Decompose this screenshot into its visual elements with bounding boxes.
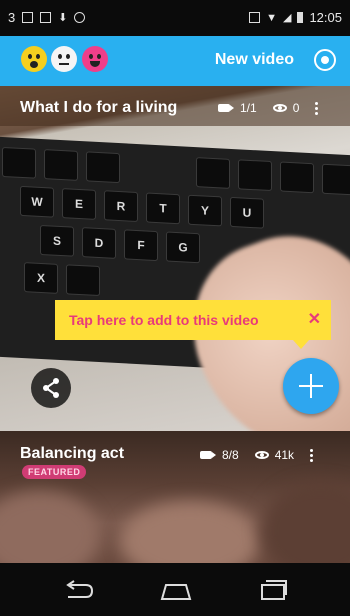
video-card[interactable]: Balancing act FEATURED 8/8 41k bbox=[0, 431, 350, 563]
tooltip-text: Tap here to add to this video bbox=[69, 312, 259, 328]
vibrate-icon bbox=[249, 12, 261, 23]
add-to-video-tooltip[interactable]: Tap here to add to this video ✕ bbox=[55, 300, 331, 349]
eye-icon bbox=[254, 451, 269, 459]
home-icon[interactable] bbox=[158, 577, 194, 603]
status-bar: 3 ⬇ ▼ ◢ 12:05 bbox=[0, 0, 350, 36]
notification-icon bbox=[74, 12, 86, 23]
status-time: 12:05 bbox=[309, 10, 342, 25]
video-stats: 8/8 41k bbox=[200, 448, 314, 462]
key-label: W bbox=[20, 185, 54, 218]
recents-icon[interactable] bbox=[256, 577, 290, 603]
video-stats: 1/1 0 bbox=[218, 101, 319, 115]
signal-icon: ◢ bbox=[282, 12, 292, 24]
key-label: Y bbox=[188, 194, 222, 227]
key-label: T bbox=[146, 192, 180, 225]
share-button[interactable] bbox=[31, 368, 71, 408]
tooltip-pointer bbox=[293, 340, 309, 349]
emoji-surprised-icon[interactable] bbox=[21, 46, 47, 72]
clips-count: 1/1 bbox=[240, 101, 257, 115]
more-options-icon[interactable] bbox=[310, 448, 314, 462]
video-camera-icon bbox=[200, 451, 216, 459]
share-icon bbox=[43, 378, 59, 398]
wifi-icon: ▼ bbox=[266, 11, 277, 24]
key-label: G bbox=[166, 231, 200, 264]
status-right: ▼ ◢ 12:05 bbox=[249, 10, 342, 25]
view-count: 41k bbox=[274, 448, 295, 462]
new-video-button[interactable]: New video bbox=[215, 51, 294, 69]
key-label: X bbox=[24, 262, 58, 294]
settings-icon[interactable] bbox=[314, 49, 336, 71]
add-icon[interactable] bbox=[283, 358, 339, 414]
video-title[interactable]: Balancing act bbox=[20, 445, 124, 463]
emoji-happy-icon[interactable] bbox=[82, 46, 108, 72]
battery-icon bbox=[297, 12, 304, 23]
status-indicator: 3 bbox=[8, 10, 16, 25]
notification-icon bbox=[22, 12, 34, 23]
view-count: 0 bbox=[292, 101, 300, 115]
video-camera-icon bbox=[218, 104, 234, 112]
video-title[interactable]: What I do for a living bbox=[20, 99, 177, 117]
key-label: U bbox=[230, 196, 264, 229]
featured-badge: FEATURED bbox=[22, 465, 87, 479]
emoji-neutral-icon[interactable] bbox=[51, 46, 77, 72]
more-options-icon[interactable] bbox=[315, 101, 319, 115]
system-navigation-bar bbox=[0, 563, 350, 616]
key-label: D bbox=[82, 227, 116, 259]
eye-icon bbox=[272, 104, 287, 112]
close-icon[interactable]: ✕ bbox=[308, 309, 321, 329]
key-label: F bbox=[124, 229, 158, 262]
key-label: R bbox=[104, 190, 138, 223]
app-bar: New video bbox=[0, 36, 350, 86]
clips-count: 8/8 bbox=[222, 448, 239, 462]
video-thumbnail bbox=[0, 491, 100, 563]
key-label: E bbox=[62, 188, 96, 220]
download-icon: ⬇ bbox=[58, 12, 68, 24]
key-label: S bbox=[40, 224, 74, 257]
back-icon[interactable] bbox=[62, 577, 96, 603]
status-left: 3 ⬇ bbox=[8, 10, 86, 25]
notification-icon bbox=[40, 12, 52, 23]
